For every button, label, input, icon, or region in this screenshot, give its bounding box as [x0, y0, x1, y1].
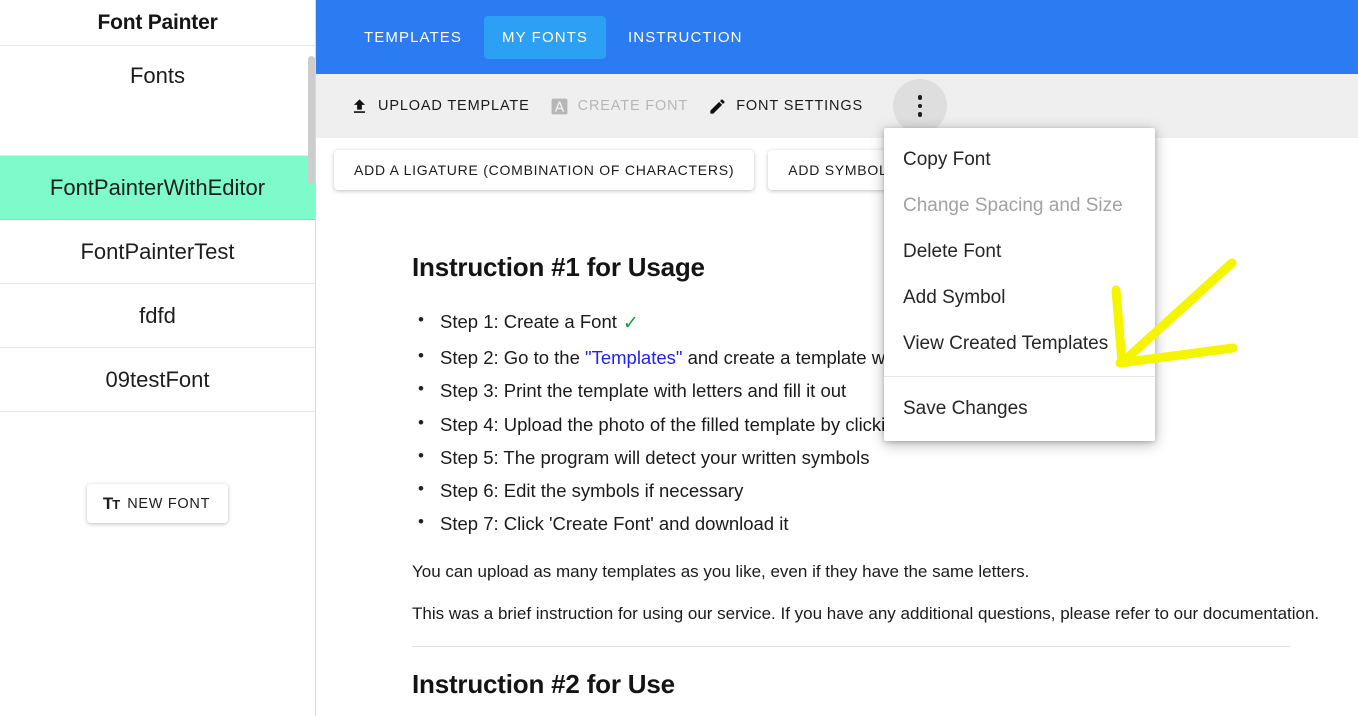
- create-font-button[interactable]: CREATE FONT: [546, 89, 705, 124]
- sidebar-scrollbar-thumb[interactable]: [308, 56, 315, 184]
- menu-item-view-created-templates[interactable]: View Created Templates: [884, 321, 1155, 367]
- menu-item-change-spacing-and-size[interactable]: Change Spacing and Size: [884, 183, 1155, 229]
- sidebar-spacer: [0, 110, 315, 156]
- menu-item-add-symbol[interactable]: Add Symbol: [884, 275, 1155, 321]
- font-list: FontPainterWithEditor FontPainterTest fd…: [0, 156, 315, 412]
- menu-divider: [884, 376, 1155, 377]
- step-1-text: Step 1: Create a Font: [440, 311, 617, 332]
- check-icon: ✓: [622, 313, 639, 334]
- menu-item-copy-font[interactable]: Copy Font: [884, 137, 1155, 183]
- create-font-label: CREATE FONT: [577, 98, 689, 114]
- instruction-paragraph-1: You can upload as many templates as you …: [412, 561, 1030, 581]
- main-pane: TEMPLATES MY FONTS INSTRUCTION UPLOAD TE…: [316, 0, 1358, 716]
- step-2-prefix: Step 2: Go to the: [440, 346, 586, 368]
- templates-link[interactable]: "Templates": [585, 347, 682, 368]
- upload-icon: [350, 97, 369, 116]
- sidebar-item-font-1[interactable]: FontPainterTest: [0, 220, 315, 284]
- pencil-icon: [708, 97, 727, 116]
- sidebar-item-font-2[interactable]: fdfd: [0, 284, 315, 348]
- sidebar-scrollbar[interactable]: [308, 0, 315, 716]
- menu-item-delete-font[interactable]: Delete Font: [884, 229, 1155, 275]
- font-settings-button[interactable]: FONT SETTINGS: [704, 89, 879, 124]
- kebab-dot-2: [917, 103, 923, 109]
- sidebar-item-font-0[interactable]: FontPainterWithEditor: [0, 156, 315, 220]
- font-settings-label: FONT SETTINGS: [736, 98, 864, 114]
- top-navbar: TEMPLATES MY FONTS INSTRUCTION: [316, 0, 1358, 74]
- new-font-button-label: NEW FONT: [127, 495, 211, 512]
- text-format-icon: TT: [102, 494, 120, 513]
- sidebar: Font Painter Fonts FontPainterWithEditor…: [0, 0, 316, 716]
- kebab-dot-1: [917, 95, 923, 100]
- new-font-button-wrap: TT NEW FONT: [0, 412, 315, 523]
- new-font-button[interactable]: TT NEW FONT: [86, 484, 229, 523]
- content-divider: [412, 645, 1290, 647]
- upload-template-button[interactable]: UPLOAD TEMPLATE: [346, 89, 546, 124]
- font-download-icon: [550, 97, 569, 116]
- step-item-7: Step 7: Click 'Create Font' and download…: [412, 510, 1358, 537]
- tab-templates[interactable]: TEMPLATES: [346, 16, 480, 59]
- step-item-6: Step 6: Edit the symbols if necessary: [412, 477, 1358, 504]
- step-item-5: Step 5: The program will detect your wri…: [412, 444, 1358, 471]
- sidebar-section-label: Fonts: [129, 63, 186, 88]
- tab-instruction[interactable]: INSTRUCTION: [610, 16, 761, 59]
- secondary-toolbar: ADD A LIGATURE (COMBINATION OF CHARACTER…: [316, 138, 1358, 198]
- app-root: Font Painter Fonts FontPainterWithEditor…: [0, 0, 1358, 716]
- app-title: Font Painter: [0, 0, 315, 46]
- menu-item-save-changes[interactable]: Save Changes: [884, 386, 1155, 432]
- instruction-2-heading: Instruction #2 for Use: [412, 668, 675, 699]
- sidebar-item-font-3[interactable]: 09testFont: [0, 348, 315, 412]
- more-options-dropdown: Copy Font Change Spacing and Size Delete…: [884, 128, 1155, 441]
- tab-my-fonts[interactable]: MY FONTS: [483, 15, 607, 59]
- more-options-button[interactable]: [893, 79, 948, 133]
- kebab-dot-3: [917, 112, 923, 117]
- instruction-paragraph-2: This was a brief instruction for using o…: [412, 603, 1320, 623]
- upload-template-label: UPLOAD TEMPLATE: [378, 98, 530, 114]
- add-ligature-button[interactable]: ADD A LIGATURE (COMBINATION OF CHARACTER…: [334, 150, 755, 190]
- action-toolbar: UPLOAD TEMPLATE CREATE FONT FONT SETTING…: [316, 74, 1358, 138]
- instruction-content: Instruction #1 for Usage Step 1: Create …: [316, 198, 1358, 700]
